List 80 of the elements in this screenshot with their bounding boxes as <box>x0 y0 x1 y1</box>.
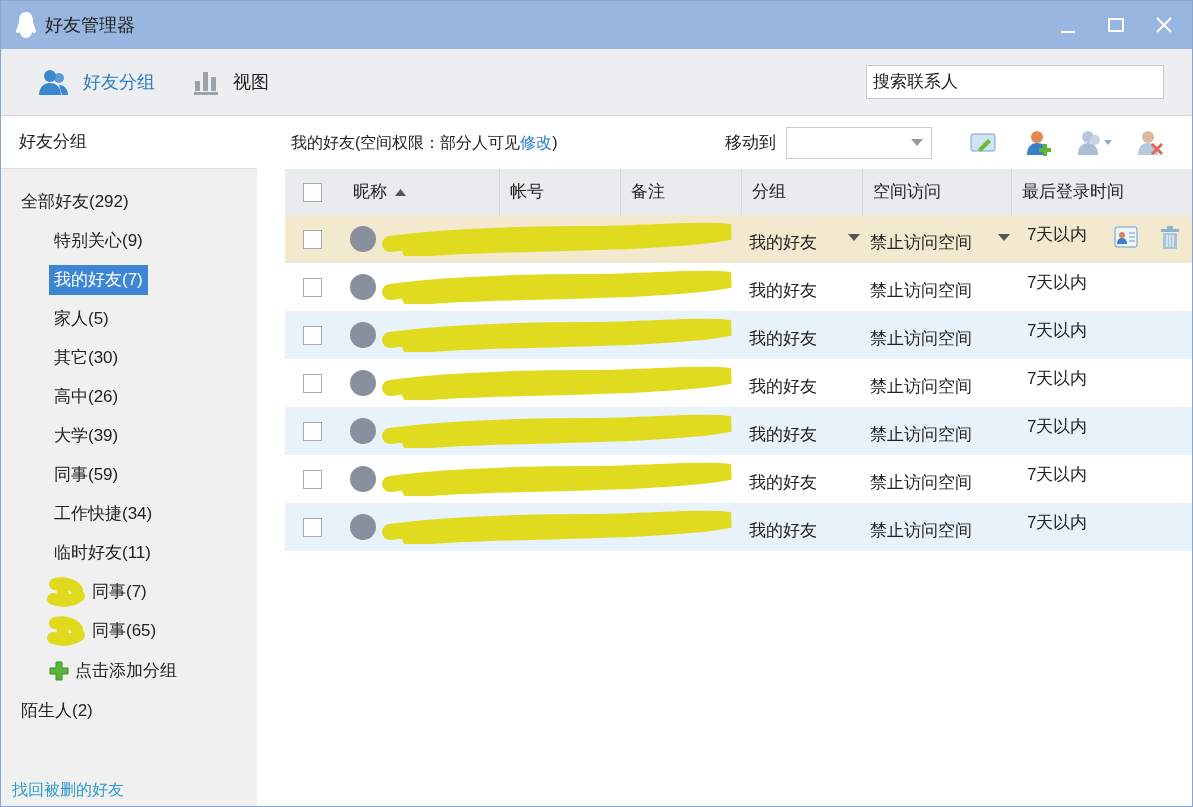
avatar-icon <box>350 274 376 300</box>
row-checkbox[interactable] <box>303 229 322 249</box>
group-cell-text: 我的好友 <box>749 519 818 542</box>
last-login-cell-text: 7天以内 <box>1026 368 1088 390</box>
sidebar-header: 好友分组 <box>1 116 257 169</box>
group-cell-text: 我的好友 <box>749 375 818 398</box>
group-item[interactable]: 我的好友(7) <box>49 265 148 295</box>
row-checkbox[interactable] <box>303 421 322 441</box>
window-title: 好友管理器 <box>45 13 135 37</box>
last-login-cell-text: 7天以内 <box>1026 464 1088 486</box>
plus-icon <box>49 660 69 681</box>
people-icon <box>39 69 69 95</box>
last-login-cell-text: 7天以内 <box>1026 416 1088 438</box>
avatar-icon <box>350 466 376 492</box>
remove-person-icon <box>1137 129 1165 156</box>
app-logo-icon <box>15 11 37 39</box>
access-cell-text: 禁止访问空间 <box>870 327 973 350</box>
row-checkbox[interactable] <box>303 517 322 537</box>
group-item[interactable]: 大学(39) <box>49 421 124 451</box>
contact-card-button[interactable] <box>1113 225 1140 249</box>
group-item[interactable]: 高中(26) <box>49 382 124 412</box>
table-row[interactable]: 我的好友 禁止访问空间 7天以内 <box>285 407 1192 455</box>
dropdown-caret-icon[interactable] <box>848 234 860 241</box>
search-field[interactable]: 搜索联系人 <box>866 65 1164 99</box>
bar-chart-icon <box>193 69 219 95</box>
access-cell-text: 禁止访问空间 <box>870 519 973 542</box>
edit-card-icon <box>970 130 996 155</box>
avatar-icon <box>350 322 376 348</box>
last-login-cell-text: 7天以内 <box>1026 512 1088 534</box>
move-to-label: 移动到 <box>725 131 776 154</box>
group-item[interactable]: 其它(30) <box>49 343 124 373</box>
row-checkbox[interactable] <box>303 469 322 489</box>
table-row[interactable]: 我的好友 禁止访问空间 7天以内 <box>285 215 1192 263</box>
minimize-icon <box>1061 31 1075 33</box>
select-all-checkbox[interactable] <box>303 182 322 202</box>
table-row[interactable]: 我的好友 禁止访问空间 7天以内 <box>285 503 1192 551</box>
avatar-icon <box>350 514 376 540</box>
group-item[interactable]: 临时好友(11) <box>49 538 156 568</box>
people-dropdown-icon <box>1078 129 1112 156</box>
last-login-cell-text: 7天以内 <box>1026 320 1088 342</box>
access-cell-text: 禁止访问空间 <box>870 279 973 302</box>
group-item[interactable]: 工作快捷(34) <box>49 499 158 529</box>
edit-link[interactable]: 修改 <box>520 133 553 151</box>
column-header[interactable]: 昵称 <box>340 169 499 215</box>
toolbar-tab[interactable]: 视图 <box>187 64 275 100</box>
group-item[interactable]: 同事(7) <box>87 577 152 607</box>
group-cell-text: 我的好友 <box>749 471 818 494</box>
group-cell-text: 我的好友 <box>749 423 818 446</box>
group-cell-text: 我的好友 <box>749 279 818 302</box>
avatar-icon <box>350 418 376 444</box>
caret-icon <box>911 139 923 146</box>
access-cell-text: 禁止访问空间 <box>870 231 973 254</box>
close-icon <box>1155 16 1173 34</box>
access-cell-text: 禁止访问空间 <box>870 471 973 494</box>
group-item[interactable]: 陌生人(2) <box>16 695 98 726</box>
access-cell-text: 禁止访问空间 <box>870 423 973 446</box>
avatar-icon <box>350 226 376 252</box>
row-checkbox[interactable] <box>303 325 322 345</box>
group-cell-text: 我的好友 <box>749 327 818 350</box>
group-cell-text: 我的好友 <box>749 231 818 254</box>
table-row[interactable]: 我的好友 禁止访问空间 7天以内 <box>285 311 1192 359</box>
group-item[interactable]: 家人(5) <box>49 304 114 334</box>
avatar-icon <box>350 370 376 396</box>
dropdown-caret-icon[interactable] <box>998 234 1010 241</box>
last-login-cell-text: 7天以内 <box>1026 224 1088 246</box>
add-person-icon <box>1026 129 1052 156</box>
group-item[interactable]: 特别关心(9) <box>49 226 148 256</box>
add-group-button[interactable]: 点击添加分组 <box>49 655 177 687</box>
group-item[interactable]: 同事(65) <box>87 616 162 646</box>
last-login-cell-text: 7天以内 <box>1026 272 1088 294</box>
move-to-select[interactable] <box>786 126 932 159</box>
group-item[interactable]: 全部好友(292) <box>16 187 134 217</box>
group-item[interactable]: 同事(59) <box>49 460 124 490</box>
row-checkbox[interactable] <box>303 277 322 297</box>
access-cell-text: 禁止访问空间 <box>870 375 973 398</box>
group-permission-text: 我的好友(空间权限：部分人可见修改) <box>291 132 558 153</box>
maximize-icon <box>1107 17 1125 33</box>
toolbar-tab[interactable]: 好友分组 <box>33 64 161 100</box>
delete-button[interactable] <box>1159 225 1182 251</box>
row-checkbox[interactable] <box>303 373 322 393</box>
